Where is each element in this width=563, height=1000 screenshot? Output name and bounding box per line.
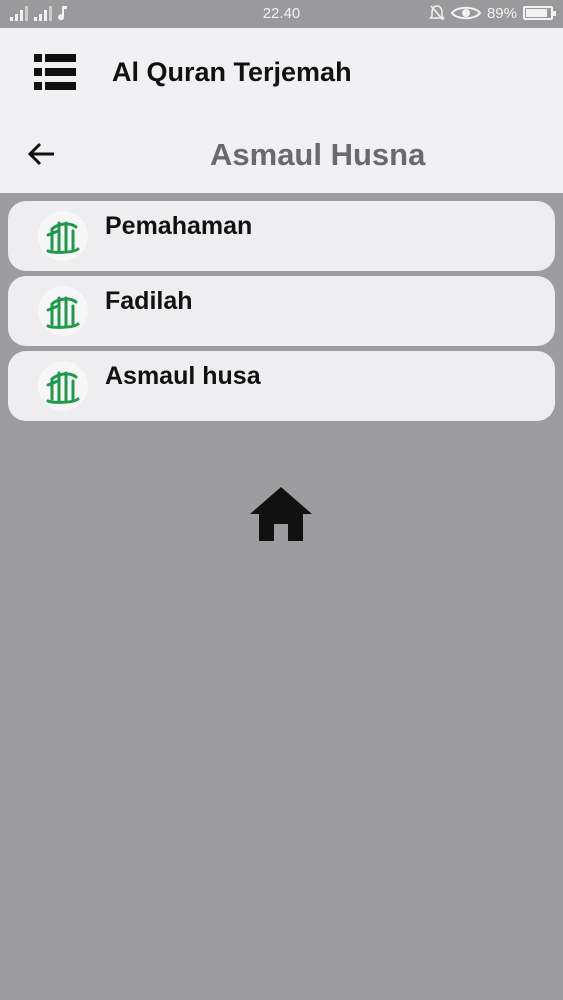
menu-item-asmaul-husa[interactable]: Asmaul husa <box>8 351 555 421</box>
page-title: Asmaul Husna <box>210 137 426 172</box>
menu-item-label: Pemahaman <box>105 212 253 240</box>
allah-calligraphy-icon <box>38 286 88 336</box>
status-right: 89% <box>428 4 556 22</box>
alarm-off-icon <box>428 5 445 21</box>
allah-calligraphy-icon <box>38 361 88 411</box>
page-header: Asmaul Husna <box>0 118 563 193</box>
battery-percent: 89% <box>486 4 517 22</box>
status-bar: 22.40 89% <box>0 0 563 28</box>
arrow-back-icon[interactable] <box>26 138 58 170</box>
app-title: Al Quran Terjemah <box>112 57 352 87</box>
home-icon[interactable] <box>249 486 313 542</box>
allah-calligraphy-icon <box>38 211 88 261</box>
battery-icon <box>523 6 556 20</box>
app-bar: Al Quran Terjemah <box>0 28 563 118</box>
battery-fill <box>526 9 547 17</box>
list-menu-icon[interactable] <box>34 54 76 90</box>
menu-list: Pemahaman Fadilah Asmaul husa <box>8 201 555 426</box>
menu-item-label: Fadilah <box>105 287 193 315</box>
menu-item-label: Asmaul husa <box>105 362 261 390</box>
menu-item-pemahaman[interactable]: Pemahaman <box>8 201 555 271</box>
menu-item-fadilah[interactable]: Fadilah <box>8 276 555 346</box>
eye-icon <box>450 6 481 20</box>
